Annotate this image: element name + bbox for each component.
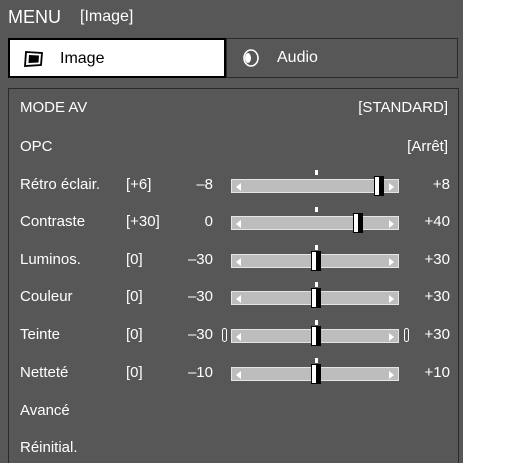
slider-knob[interactable] [353, 213, 363, 233]
menu-title-bar: MENU [Image] [0, 0, 463, 34]
slider-label: Couleur [20, 288, 73, 305]
tint-green-marker-icon [404, 328, 409, 342]
slider-track[interactable] [231, 216, 399, 230]
slider-row[interactable]: Rétro éclair. [+6] –8 +8 [9, 166, 458, 204]
mode-av-row[interactable]: MODE AV [STANDARD] [9, 89, 458, 127]
arrow-right-icon [389, 295, 394, 303]
slider-setting: [0] [126, 326, 143, 343]
slider-center-mark [315, 282, 318, 287]
slider-knob[interactable] [311, 326, 321, 346]
slider-control[interactable] [231, 320, 399, 346]
slider-knob[interactable] [311, 251, 321, 271]
mode-av-value: [STANDARD] [358, 99, 448, 116]
opc-label: OPC [20, 138, 53, 155]
arrow-right-icon [389, 371, 394, 379]
slider-control[interactable] [231, 282, 399, 308]
slider-control[interactable] [231, 207, 399, 233]
arrow-left-icon [236, 371, 241, 379]
reset-row[interactable]: Réinitial. [9, 429, 458, 467]
arrow-right-icon [389, 220, 394, 228]
arrow-right-icon [389, 258, 394, 266]
slider-max: +30 [424, 326, 450, 343]
slider-min: 0 [204, 213, 213, 230]
slider-center-mark [315, 320, 318, 325]
slider-row[interactable]: Contraste [+30] 0 +40 [9, 203, 458, 241]
slider-center-mark [315, 207, 318, 212]
reset-label: Réinitial. [20, 439, 78, 456]
slider-setting: [0] [126, 288, 143, 305]
slider-max: +30 [424, 288, 450, 305]
arrow-right-icon [389, 333, 394, 341]
advanced-row[interactable]: Avancé [9, 392, 458, 430]
slider-label: Rétro éclair. [20, 176, 101, 193]
tab-audio[interactable]: Audio [226, 38, 458, 78]
arrow-right-icon [389, 183, 394, 191]
arrow-left-icon [236, 295, 241, 303]
slider-center-mark [315, 358, 318, 363]
arrow-left-icon [236, 258, 241, 266]
slider-label: Contraste [20, 213, 86, 230]
slider-max: +30 [424, 251, 450, 268]
slider-control[interactable] [231, 245, 399, 271]
slider-row[interactable]: Teinte [0] –30 +30 [9, 316, 458, 354]
slider-min: –30 [187, 288, 213, 305]
menu-breadcrumb: [Image] [80, 8, 134, 25]
slider-knob[interactable] [311, 364, 321, 384]
slider-setting: [+6] [126, 176, 152, 193]
arrow-left-icon [236, 333, 241, 341]
tab-image[interactable]: Image [8, 38, 226, 78]
tv-icon [24, 51, 43, 67]
slider-setting: [0] [126, 251, 143, 268]
slider-center-mark [315, 170, 318, 175]
slider-center-mark [315, 245, 318, 250]
slider-label: Luminos. [20, 251, 81, 268]
mode-av-label: MODE AV [20, 99, 88, 116]
slider-max: +8 [432, 176, 450, 193]
slider-label: Netteté [20, 364, 69, 381]
arrow-left-icon [236, 183, 241, 191]
slider-min: –10 [187, 364, 213, 381]
slider-max: +40 [424, 213, 450, 230]
opc-value: [Arrêt] [407, 138, 448, 155]
menu-screen: MENU [Image] Image Audio MODE AV [STANDA… [0, 0, 463, 463]
slider-min: –30 [187, 326, 213, 343]
slider-row[interactable]: Couleur [0] –30 +30 [9, 278, 458, 316]
advanced-label: Avancé [20, 402, 70, 419]
slider-control[interactable] [231, 170, 399, 196]
slider-row[interactable]: Netteté [0] –10 +10 [9, 354, 458, 392]
slider-label: Teinte [20, 326, 61, 343]
tab-audio-label: Audio [277, 49, 318, 66]
slider-row[interactable]: Luminos. [0] –30 +30 [9, 241, 458, 279]
slider-min: –8 [196, 176, 213, 193]
menu-title: MENU [8, 7, 61, 27]
image-settings-panel: MODE AV [STANDARD] OPC [Arrêt] Rétro écl… [8, 88, 459, 463]
slider-knob[interactable] [374, 176, 384, 196]
slider-setting: [0] [126, 364, 143, 381]
slider-min: –30 [187, 251, 213, 268]
tint-red-marker-icon [222, 328, 227, 342]
slider-setting: [+30] [126, 213, 160, 230]
slider-max: +10 [424, 364, 450, 381]
slider-knob[interactable] [311, 288, 321, 308]
opc-row[interactable]: OPC [Arrêt] [9, 128, 458, 166]
tab-image-label: Image [60, 50, 105, 67]
arrow-left-icon [236, 220, 241, 228]
speaker-icon [243, 49, 259, 67]
slider-control[interactable] [231, 358, 399, 384]
